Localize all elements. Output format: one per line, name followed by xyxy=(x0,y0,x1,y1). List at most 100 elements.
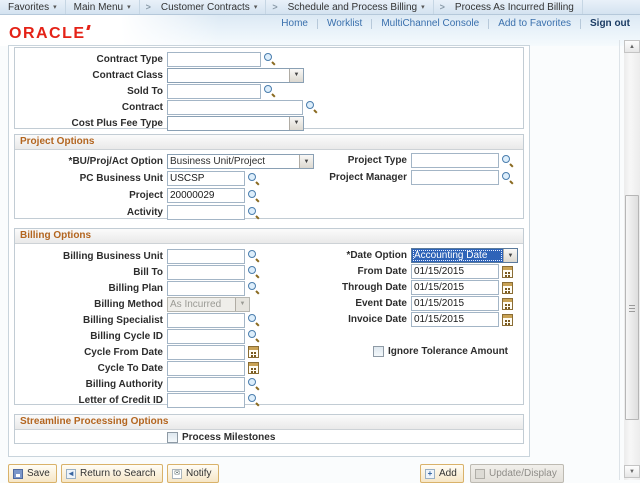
search-icon[interactable] xyxy=(248,282,260,294)
search-icon[interactable] xyxy=(306,101,318,113)
search-icon[interactable] xyxy=(248,207,260,219)
cycle-to-date-input[interactable] xyxy=(167,361,245,376)
scrollbar-thumb[interactable] xyxy=(625,195,639,420)
field-label: Billing Cycle ID xyxy=(15,331,167,342)
cycle-from-date-input[interactable] xyxy=(167,345,245,360)
search-icon[interactable] xyxy=(248,190,260,202)
search-icon[interactable] xyxy=(248,378,260,390)
field-label: Billing Specialist xyxy=(15,315,167,326)
vertical-scrollbar[interactable]: ▲ ▼ xyxy=(624,40,640,480)
pc-business-unit-input[interactable]: USCSP xyxy=(167,171,245,186)
chevron-down-icon[interactable]: ▼ xyxy=(289,117,303,130)
from-date-input[interactable]: 01/15/2015 xyxy=(411,264,499,279)
calendar-icon[interactable] xyxy=(502,298,513,310)
dropdown-arrow-icon: ▾ xyxy=(421,3,425,11)
cost-plus-fee-type-row: Cost Plus Fee Type▼ xyxy=(15,115,523,131)
search-icon[interactable] xyxy=(248,314,260,326)
field-label: Project xyxy=(15,190,167,201)
button-label: Add xyxy=(439,468,457,479)
header-link-add-to-favorites[interactable]: Add to Favorites xyxy=(489,18,580,29)
header-link-home[interactable]: Home xyxy=(272,18,317,29)
notify-button[interactable]: ✉Notify xyxy=(167,464,219,483)
field-label: Cycle From Date xyxy=(15,347,167,358)
invoice-date-row: Invoice Date01/15/2015 xyxy=(263,312,513,327)
contract-type-input[interactable] xyxy=(167,52,261,67)
search-icon[interactable] xyxy=(248,250,260,262)
field-label: Project Type xyxy=(263,155,411,166)
event-date-row: Event Date01/15/2015 xyxy=(263,296,513,311)
calendar-icon[interactable] xyxy=(502,314,513,326)
calendar-icon[interactable] xyxy=(248,346,259,358)
invoice-date-input[interactable]: 01/15/2015 xyxy=(411,312,499,327)
letter-of-credit-id-row: Letter of Credit ID xyxy=(15,392,523,408)
project-options-box: Project Options *BU/Proj/Act OptionBusin… xyxy=(14,134,524,219)
calendar-icon[interactable] xyxy=(502,266,513,278)
update-display-button: Update/Display xyxy=(470,464,564,483)
breadcrumb-label: Schedule and Process Billing xyxy=(288,2,418,13)
breadcrumb-item-favorites[interactable]: Favorites▾ xyxy=(0,0,66,14)
billing-plan-input[interactable] xyxy=(167,281,245,296)
project-type-input[interactable] xyxy=(411,153,499,168)
breadcrumb-item-schedule-and-process-billing[interactable]: Schedule and Process Billing▾ xyxy=(280,0,434,14)
billing-business-unit-input[interactable] xyxy=(167,249,245,264)
project-row: Project20000029 xyxy=(15,187,523,204)
billing-authority-input[interactable] xyxy=(167,377,245,392)
event-date-input[interactable]: 01/15/2015 xyxy=(411,296,499,311)
search-icon[interactable] xyxy=(248,330,260,342)
calendar-icon[interactable] xyxy=(248,362,259,374)
billing-cycle-id-input[interactable] xyxy=(167,329,245,344)
search-icon[interactable] xyxy=(248,394,260,406)
contract-class-select[interactable]: ▼ xyxy=(167,68,304,83)
chevron-down-icon[interactable]: ▼ xyxy=(503,249,517,262)
activity-row: Activity xyxy=(15,204,523,221)
field-label: Contract Class xyxy=(15,70,167,81)
field-label: PC Business Unit xyxy=(15,173,167,184)
button-label: Save xyxy=(27,468,50,479)
search-icon[interactable] xyxy=(502,155,514,167)
search-icon[interactable] xyxy=(248,266,260,278)
date-option-select[interactable]: Accounting Date▼ xyxy=(411,248,518,263)
breadcrumb-chevron-icon: > xyxy=(140,2,153,12)
sign-out-link[interactable]: Sign out xyxy=(581,18,634,29)
scroll-down-icon[interactable]: ▼ xyxy=(624,465,640,478)
header-link-multichannel-console[interactable]: MultiChannel Console xyxy=(372,18,488,29)
field-label: Contract Type xyxy=(15,54,167,65)
sold-to-input[interactable] xyxy=(167,84,261,99)
billing-authority-row: Billing Authority xyxy=(15,376,523,392)
field-label: Letter of Credit ID xyxy=(15,395,167,406)
breadcrumb-item-process-as-incurred-billing[interactable]: Process As Incurred Billing xyxy=(447,0,583,14)
chevron-down-icon: ▼ xyxy=(235,298,249,311)
field-label: Contract xyxy=(15,102,167,113)
breadcrumb-label: Favorites xyxy=(8,2,49,13)
calendar-icon[interactable] xyxy=(502,282,513,294)
breadcrumb-item-main-menu[interactable]: Main Menu▾ xyxy=(66,0,140,14)
search-icon[interactable] xyxy=(502,172,514,184)
project-manager-input[interactable] xyxy=(411,170,499,185)
contract-input[interactable] xyxy=(167,100,303,115)
search-icon[interactable] xyxy=(264,53,276,65)
return-to-search-button[interactable]: ◄Return to Search xyxy=(61,464,163,483)
cost-plus-fee-type-select[interactable]: ▼ xyxy=(167,116,304,131)
header-link-worklist[interactable]: Worklist xyxy=(318,18,371,29)
field-label: Invoice Date xyxy=(263,314,411,325)
billing-specialist-input[interactable] xyxy=(167,313,245,328)
bill-to-input[interactable] xyxy=(167,265,245,280)
add-button[interactable]: +Add xyxy=(420,464,464,483)
activity-input[interactable] xyxy=(167,205,245,220)
letter-of-credit-id-input[interactable] xyxy=(167,393,245,408)
search-icon[interactable] xyxy=(248,173,260,185)
field-label: Cycle To Date xyxy=(15,363,167,374)
scroll-up-icon[interactable]: ▲ xyxy=(624,40,640,53)
ignore-tolerance-amount-checkbox[interactable] xyxy=(373,346,384,357)
through-date-input[interactable]: 01/15/2015 xyxy=(411,280,499,295)
field-label: Event Date xyxy=(263,298,411,309)
project-input[interactable]: 20000029 xyxy=(167,188,245,203)
save-button[interactable]: Save xyxy=(8,464,57,483)
field-label: Billing Business Unit xyxy=(15,251,167,262)
project-manager-row: Project Manager xyxy=(263,170,514,185)
chevron-down-icon[interactable]: ▼ xyxy=(289,69,303,82)
through-date-row: Through Date01/15/2015 xyxy=(263,280,513,295)
process-milestones-checkbox[interactable] xyxy=(167,432,178,443)
search-icon[interactable] xyxy=(264,85,276,97)
breadcrumb-item-customer-contracts[interactable]: Customer Contracts▾ xyxy=(153,0,266,14)
